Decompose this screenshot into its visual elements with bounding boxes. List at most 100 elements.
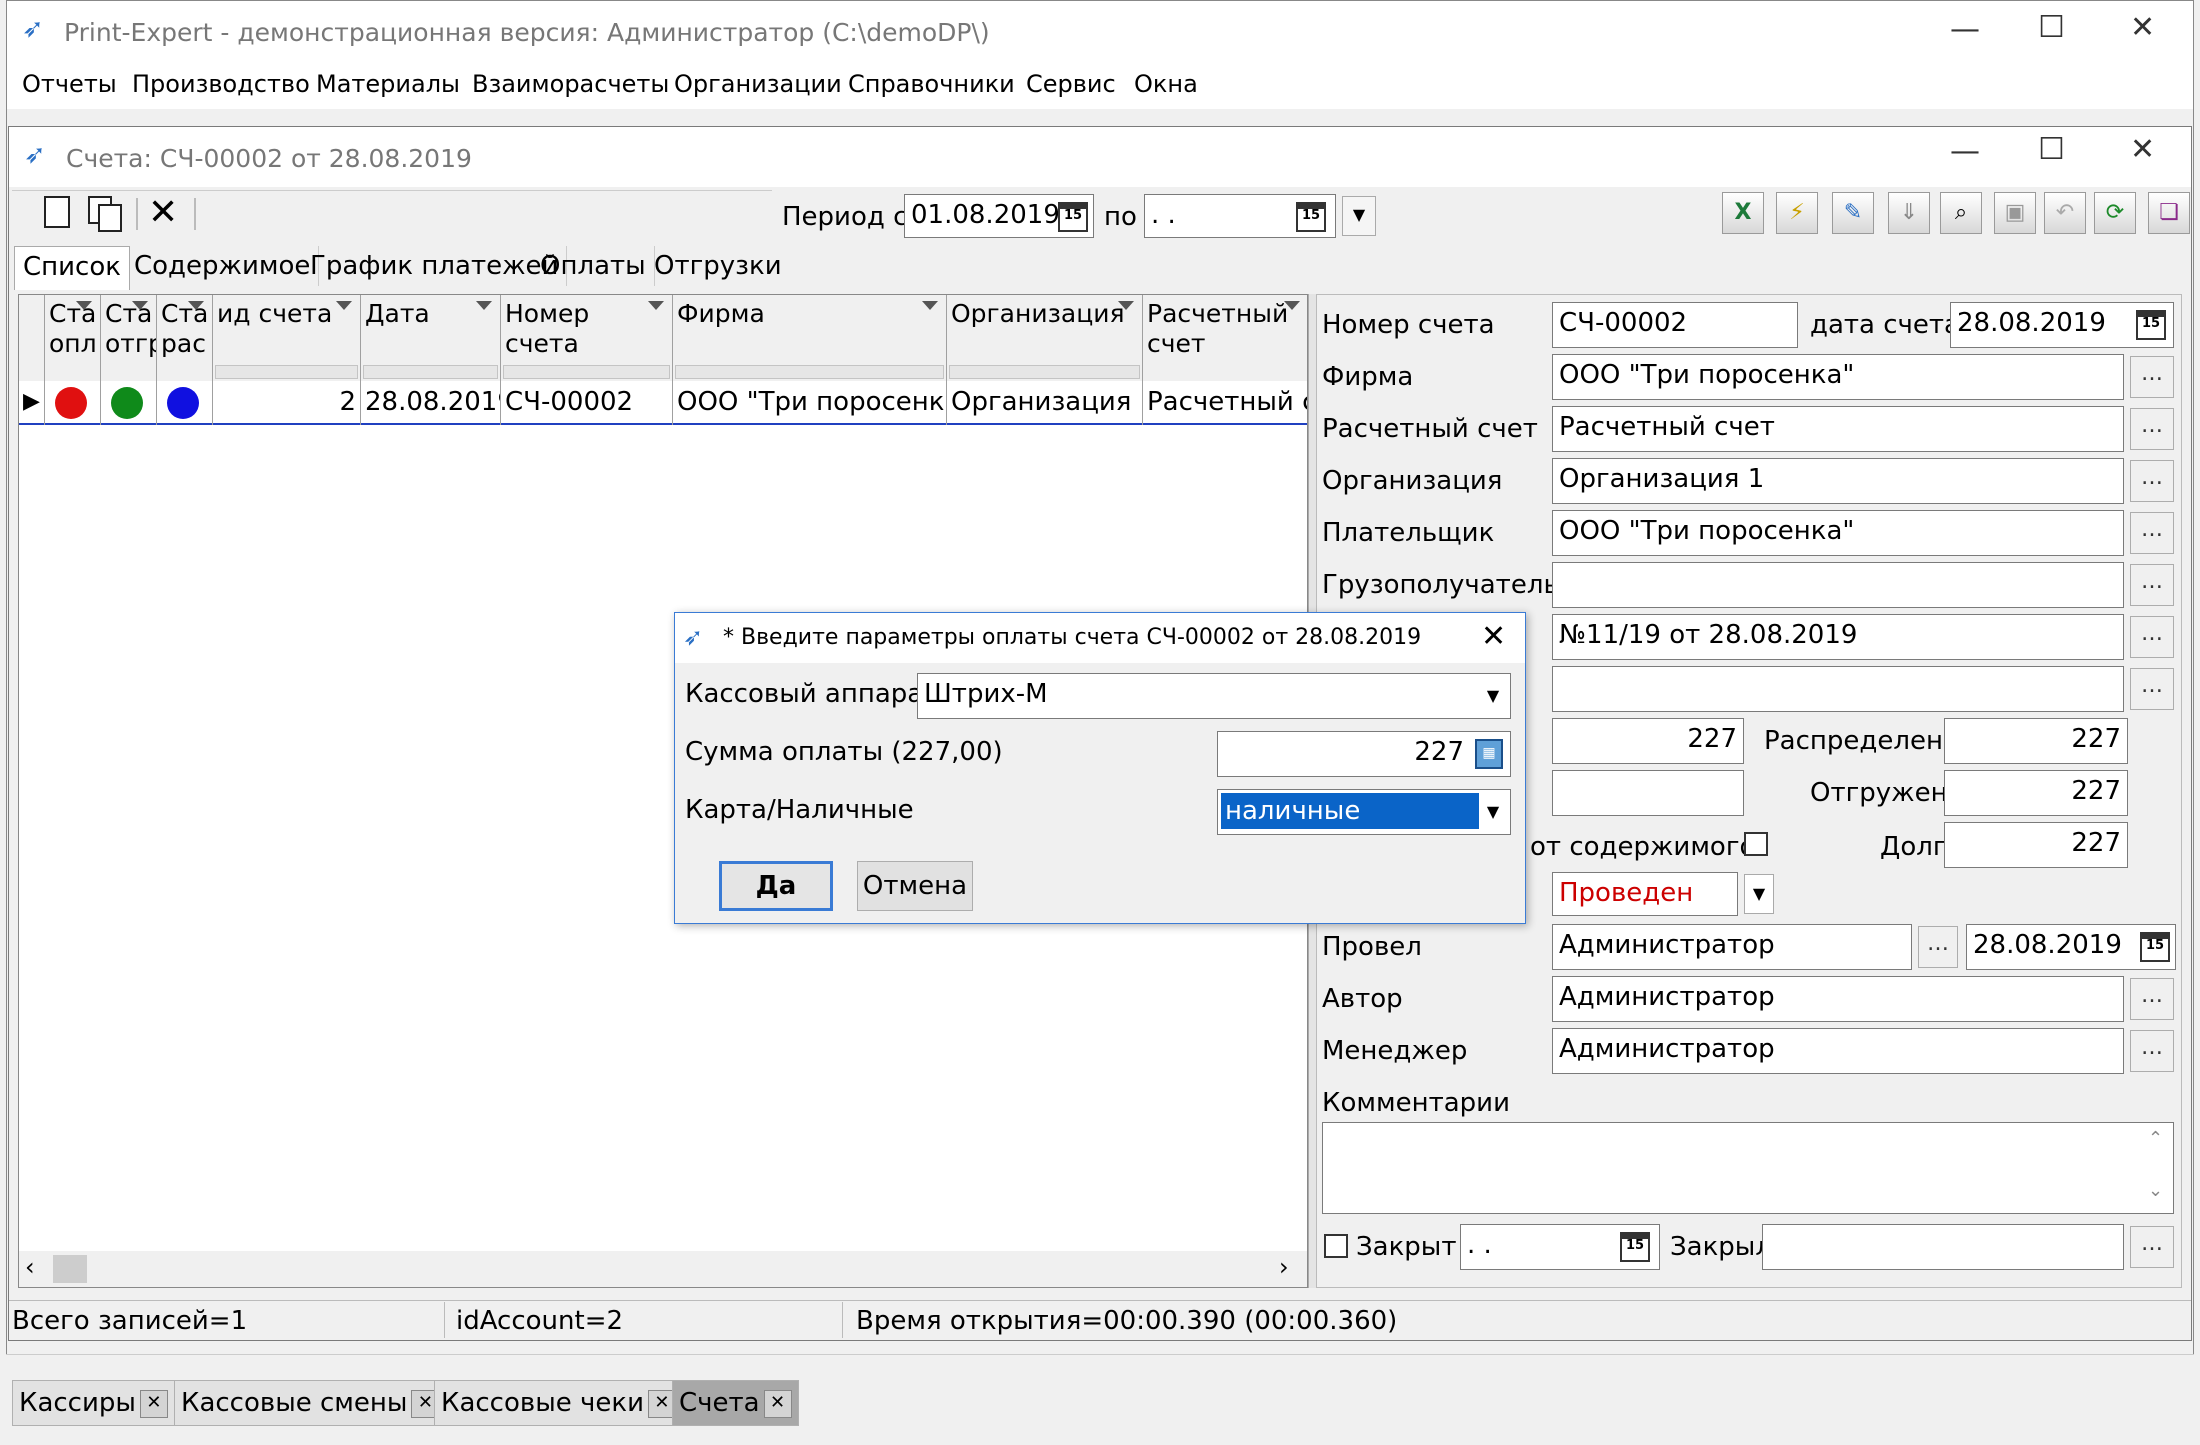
close-tab-icon[interactable]: ✕ <box>763 1389 792 1418</box>
scroll-right-icon[interactable]: › <box>1279 1253 1289 1281</box>
tab-list[interactable]: Список <box>14 246 130 290</box>
maximize-button[interactable]: ☐ <box>2038 10 2065 45</box>
column-header-shipment-status[interactable]: Стаотгр <box>101 295 157 381</box>
close-button[interactable]: ✕ <box>2130 10 2155 45</box>
menu-reports[interactable]: Отчеты <box>22 70 117 98</box>
scroll-thumb[interactable] <box>53 1255 87 1283</box>
firm-select-button[interactable]: … <box>2130 356 2174 398</box>
from-contents-label: от содержимого <box>1530 832 1756 862</box>
menu-organizations[interactable]: Организации <box>674 70 842 98</box>
column-header-payment-status[interactable]: Ста опл <box>45 295 101 381</box>
post-icon[interactable]: ⇓ <box>1888 192 1930 234</box>
posted-by-field[interactable]: Администратор <box>1552 924 1912 970</box>
invoice-number-field[interactable]: СЧ-00002 <box>1552 302 1798 348</box>
ok-button[interactable]: Да <box>719 861 833 911</box>
window-tab-cash-receipts[interactable]: Кассовые чеки ✕ <box>434 1380 683 1426</box>
status-dropdown-icon[interactable]: ▼ <box>1744 874 1774 914</box>
lightning-icon[interactable]: ⚡ <box>1776 192 1818 234</box>
window-tab-cashiers[interactable]: Кассиры ✕ <box>12 1380 175 1426</box>
organization-field[interactable]: Организация 1 <box>1552 458 2124 504</box>
author-field[interactable]: Администратор <box>1552 976 2124 1022</box>
comments-scroll-up-icon[interactable]: ⌃ <box>2148 1128 2163 1149</box>
calculator-icon[interactable]: ▦ <box>1475 739 1503 769</box>
book-icon[interactable]: ❏ <box>2148 192 2190 234</box>
from-contents-checkbox[interactable] <box>1744 832 1768 856</box>
closed-by-select-button[interactable]: … <box>2130 1226 2174 1268</box>
status-select[interactable]: Проведен <box>1552 872 1738 916</box>
column-header-invoice-id[interactable]: ид счета <box>213 295 361 381</box>
column-header-organization[interactable]: Организация <box>947 295 1143 381</box>
organization-select-button[interactable]: … <box>2130 460 2174 502</box>
invoice-id-cell: 2 <box>213 381 361 425</box>
account-select-button[interactable]: … <box>2130 408 2174 450</box>
payment-amount-field[interactable]: 227 <box>1217 731 1511 777</box>
menu-materials[interactable]: Материалы <box>316 70 460 98</box>
menu-references[interactable]: Справочники <box>848 70 1015 98</box>
account-field[interactable]: Расчетный счет <box>1552 406 2124 452</box>
table-row[interactable]: ▶ 2 28.08.2019 СЧ-00002 ООО "Три поросен… <box>19 381 1307 425</box>
menu-production[interactable]: Производство <box>132 70 310 98</box>
contract-field[interactable]: №11/19 от 28.08.2019 <box>1552 614 2124 660</box>
copy-document-icon[interactable] <box>88 196 122 232</box>
dialog-close-button[interactable]: ✕ <box>1481 619 1506 654</box>
excel-export-icon[interactable]: X <box>1722 192 1764 234</box>
cash-register-select[interactable]: Штрих-М <box>917 673 1511 719</box>
column-header-distribution-status[interactable]: Ста рас <box>157 295 213 381</box>
cancel-button[interactable]: Отмена <box>857 861 973 911</box>
contract-select-button[interactable]: … <box>2130 616 2174 658</box>
menu-windows[interactable]: Окна <box>1134 70 1198 98</box>
menu-settlements[interactable]: Взаиморасчеты <box>472 70 669 98</box>
period-dropdown-button[interactable]: ▼ <box>1342 196 1376 236</box>
closed-checkbox[interactable] <box>1324 1234 1348 1258</box>
window-tab-invoices[interactable]: Счета ✕ <box>672 1380 799 1426</box>
author-select-button[interactable]: … <box>2130 978 2174 1020</box>
window-tab-cash-shifts[interactable]: Кассовые смены ✕ <box>174 1380 447 1426</box>
undo-icon[interactable]: ↶ <box>2044 192 2086 234</box>
firm-field[interactable]: ООО "Три поросенка" <box>1552 354 2124 400</box>
window-maximize-button[interactable]: ☐ <box>2038 132 2065 167</box>
horizontal-scrollbar[interactable]: ‹ › <box>19 1251 1307 1287</box>
calendar-icon[interactable]: 15 <box>1296 202 1326 232</box>
window-close-button[interactable]: ✕ <box>2130 132 2155 167</box>
tab-contents[interactable]: Содержимое <box>126 246 320 286</box>
cash-register-dropdown-icon[interactable]: ▼ <box>1479 677 1507 715</box>
secondary-sum-field[interactable] <box>1552 770 1744 816</box>
new-document-icon[interactable] <box>44 196 70 228</box>
consignee-field[interactable] <box>1552 562 2124 608</box>
tab-payments[interactable]: Оплаты <box>532 246 655 286</box>
close-tab-icon[interactable]: ✕ <box>139 1389 168 1418</box>
calendar-icon[interactable]: 15 <box>1058 202 1088 232</box>
column-header-invoice-number[interactable]: Номер счета <box>501 295 673 381</box>
calendar-icon[interactable]: 15 <box>2136 310 2166 340</box>
consignee-select-button[interactable]: … <box>2130 564 2174 606</box>
payer-select-button[interactable]: … <box>2130 512 2174 554</box>
comments-scroll-down-icon[interactable]: ⌄ <box>2148 1180 2163 1201</box>
column-header-date[interactable]: Дата <box>361 295 501 381</box>
tab-shipments[interactable]: Отгрузки <box>646 246 790 286</box>
manager-field[interactable]: Администратор <box>1552 1028 2124 1074</box>
payment-method-select[interactable]: наличные <box>1217 789 1511 835</box>
column-header-firm[interactable]: Фирма <box>673 295 947 381</box>
extra-select-button[interactable]: … <box>2130 668 2174 710</box>
tab-payment-schedule[interactable]: График платежей <box>302 246 568 286</box>
comments-textarea[interactable] <box>1322 1122 2174 1214</box>
calendar-icon[interactable]: 15 <box>1620 1232 1650 1262</box>
column-header-account[interactable]: Расчетный счет <box>1143 295 1307 381</box>
closed-by-field[interactable] <box>1762 1224 2124 1270</box>
payment-method-dropdown-icon[interactable]: ▼ <box>1479 793 1507 831</box>
binoculars-icon[interactable]: ⌕ <box>1940 192 1982 234</box>
scroll-left-icon[interactable]: ‹ <box>25 1253 35 1281</box>
extra-field[interactable] <box>1552 666 2124 712</box>
menu-service[interactable]: Сервис <box>1026 70 1116 98</box>
delete-icon[interactable]: ✕ <box>148 192 178 233</box>
save-icon[interactable]: ▣ <box>1994 192 2036 234</box>
edit-icon[interactable]: ✎ <box>1832 192 1874 234</box>
payer-field[interactable]: ООО "Три поросенка" <box>1552 510 2124 556</box>
posted-by-select-button[interactable]: … <box>1918 926 1958 968</box>
refresh-icon[interactable]: ⟳ <box>2094 192 2136 234</box>
manager-select-button[interactable]: … <box>2130 1030 2174 1072</box>
sum-field[interactable]: 227 <box>1552 718 1744 764</box>
window-minimize-button[interactable]: — <box>1950 134 1980 169</box>
calendar-icon[interactable]: 15 <box>2140 932 2170 962</box>
minimize-button[interactable]: — <box>1950 12 1980 47</box>
